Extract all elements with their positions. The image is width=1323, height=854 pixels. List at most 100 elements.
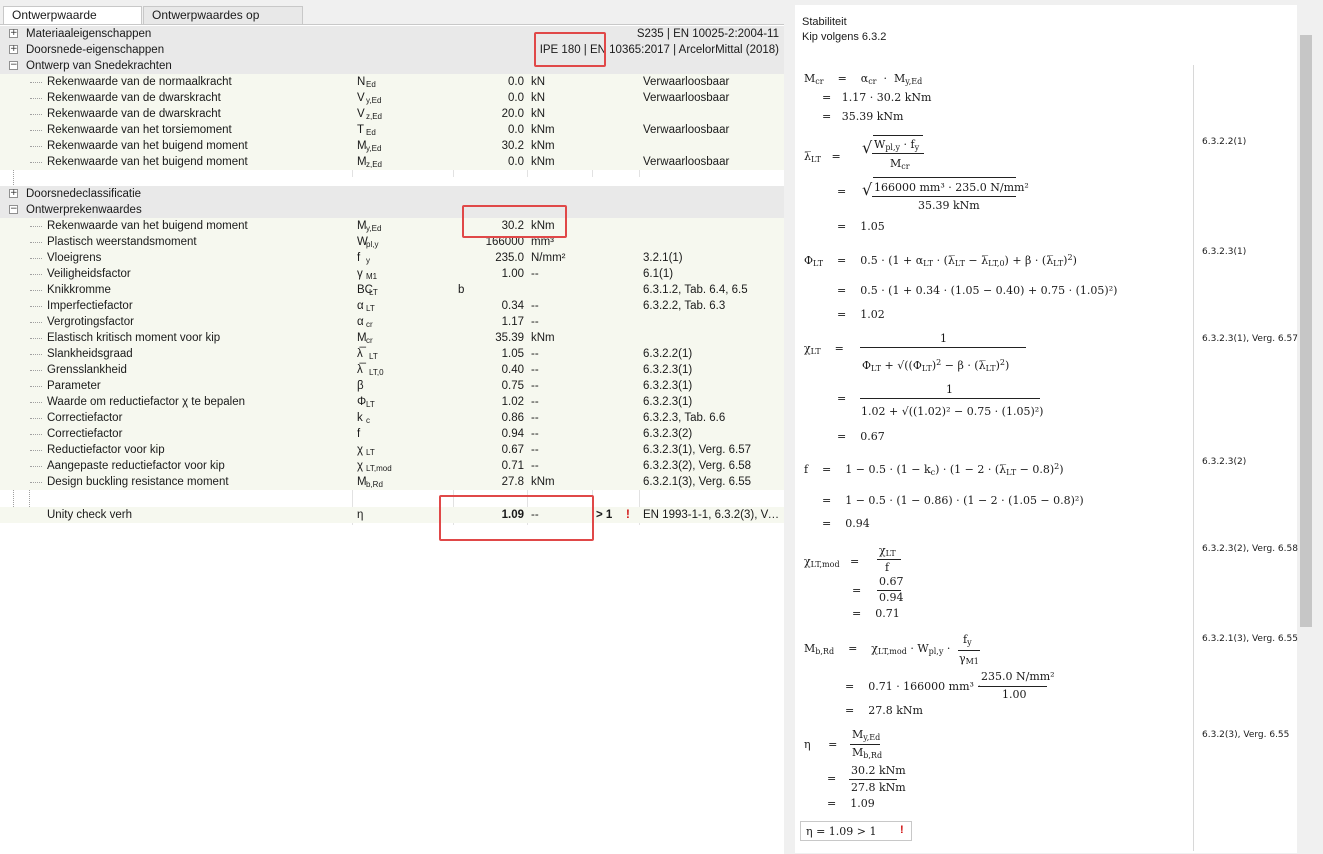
row-label: Veiligheidsfactor (47, 268, 131, 280)
row-label: Design buckling resistance moment (47, 476, 229, 488)
table-row[interactable]: Waarde om reductiefactor χ te bepalen Φ LT… (0, 394, 784, 410)
row-label: Rekenwaarde van de dwarskracht (47, 108, 221, 120)
row-symbol: λ̅ (357, 348, 363, 360)
row-reference: 6.3.2.3(1) (643, 396, 693, 408)
chi-lhs: χLT = (804, 342, 844, 356)
row-unit: kNm (531, 124, 555, 136)
f-equation: f = 1 − 0.5 · (1 − kc) · (1 − 2 · (λ̅LT … (804, 462, 1064, 477)
table-row[interactable]: Design buckling resistance moment Mb,Rd 27… (0, 474, 784, 490)
row-label: Rekenwaarde van het buigend moment (47, 220, 248, 232)
table-row[interactable]: Aangepaste reductiefactor voor kip χ LT,mo… (0, 458, 784, 474)
table-row[interactable]: Rekenwaarde van de dwarskracht Vz,Ed 20.0 k… (0, 106, 784, 122)
table-row[interactable]: Grensslankheid λ̅ LT,0 0.40 -- 6.3.2.3(1) (0, 362, 784, 378)
row-unit: N/mm² (531, 252, 566, 264)
table-row[interactable]: Rekenwaarde van de normaalkracht N Ed 0.0 kN… (0, 74, 784, 90)
expand-icon[interactable]: + (9, 29, 18, 38)
table-row[interactable]: Imperfectiefactor α LT 0.34 -- 6.3.2.2, Tab. … (0, 298, 784, 314)
row-symbol: λ̅ (357, 364, 363, 376)
row-symbol-subscript: z,Ed (366, 160, 383, 169)
row-label: Waarde om reductiefactor χ te bepalen (47, 396, 246, 408)
tab-design-on-location[interactable]: Ontwerpwaardes op Locatie (143, 6, 303, 39)
scrollbar-thumb[interactable] (1300, 35, 1312, 627)
expand-icon[interactable]: + (9, 189, 18, 198)
highlight-section (534, 32, 606, 67)
section-material[interactable]: + Materiaaleigenschappen S235 | EN 10025… (0, 26, 784, 42)
table-row[interactable]: Knikkromme BC LT b 6.3.1.2, Tab. 6.4, 6.5 (0, 282, 784, 298)
row-unit: -- (531, 396, 539, 408)
row-value: 0.0 (508, 76, 524, 88)
table-row[interactable]: Rekenwaarde van het buigend moment My,Ed 3… (0, 218, 784, 234)
row-label: Reductiefactor voor kip (47, 444, 165, 456)
section-internal-forces[interactable]: − Ontwerp van Snedekrachten (0, 58, 784, 74)
row-unit: -- (531, 316, 539, 328)
table-row[interactable]: Vloeigrens f y 235.0 N/mm² 3.2.1(1) (0, 250, 784, 266)
row-reference: 6.3.2.2(1) (643, 348, 693, 360)
row-unit: -- (531, 428, 539, 440)
row-unit: -- (531, 444, 539, 456)
row-label: Knikkromme (47, 284, 111, 296)
row-unit: -- (531, 300, 539, 312)
table-row[interactable]: Slankheidsgraad λ̅ LT 1.05 -- 6.3.2.2(1) (0, 346, 784, 362)
unity-check-row[interactable]: Unity check verh η 1.09 -- > 1 ! EN 1993… (0, 507, 784, 523)
table-row[interactable]: Elastisch kritisch moment voor kip Mcr 35.… (0, 330, 784, 346)
mcr-equation: Mcr = αcr · My,Ed (804, 72, 923, 86)
row-value: 1.00 (501, 268, 524, 280)
row-reference: 6.3.2.2, Tab. 6.3 (643, 300, 726, 312)
mbrd-equation: Mb,Rd = χLT,mod · Wpl,y · (804, 642, 951, 656)
table-row[interactable]: Correctiefactor f 0.94 -- 6.3.2.3(2) (0, 426, 784, 442)
final-result-box: η = 1.09 > 1 ! (800, 821, 912, 841)
table-row[interactable]: Parameter β 0.75 -- 6.3.2.3(1) (0, 378, 784, 394)
row-unit: -- (531, 380, 539, 392)
table-row[interactable]: Rekenwaarde van het torsiemoment T Ed 0.0 kN… (0, 122, 784, 138)
row-label: Elastisch kritisch moment voor kip (47, 332, 221, 344)
collapse-icon[interactable]: − (9, 205, 18, 214)
row-label: Rekenwaarde van het torsiemoment (47, 124, 232, 136)
row-label: Vloeigrens (47, 252, 102, 264)
table-row[interactable]: Reductiefactor voor kip χ LT 0.67 -- 6.3.2.3(… (0, 442, 784, 458)
row-symbol: V (357, 92, 365, 104)
row-reference: 6.3.2.3, Tab. 6.6 (643, 412, 726, 424)
table-row[interactable]: Correctiefactor k c 0.86 -- 6.3.2.3, Tab. 6.6 (0, 410, 784, 426)
section-cross-section[interactable]: + Doorsnede-eigenschappen IPE 180 | EN 1… (0, 42, 784, 58)
row-reference: 6.3.1.2, Tab. 6.4, 6.5 (643, 284, 748, 296)
row-unit: -- (531, 268, 539, 280)
collapse-icon[interactable]: − (9, 61, 18, 70)
table-row[interactable]: Rekenwaarde van het buigend moment My,Ed 3… (0, 138, 784, 154)
row-value: 20.0 (501, 108, 524, 120)
row-symbol: β (357, 380, 364, 392)
row-label: Grensslankheid (47, 364, 127, 376)
section-classification[interactable]: + Doorsnedeclassificatie (0, 186, 784, 202)
row-label: Correctiefactor (47, 412, 123, 424)
section-design-values[interactable]: − Ontwerprekenwaardes (0, 202, 784, 218)
row-reference: 6.1(1) (643, 268, 674, 280)
calculation-detail-panel (795, 5, 1297, 853)
highlight-moment (462, 205, 567, 238)
row-unit: -- (531, 460, 539, 472)
row-reference: 6.3.2.3(1) (643, 364, 693, 376)
row-reference: Verwaarloosbaar (643, 156, 730, 168)
table-row[interactable]: Rekenwaarde van het buigend moment Mz,Ed 0… (0, 154, 784, 170)
row-symbol: V (357, 108, 365, 120)
row-label: Rekenwaarde van de normaalkracht (47, 76, 232, 88)
table-row[interactable]: Rekenwaarde van de dwarskracht Vy,Ed 0.0 kN… (0, 90, 784, 106)
row-reference: 6.3.2.3(1) (643, 380, 693, 392)
row-value: 0.86 (501, 412, 524, 424)
table-row[interactable]: Plastisch weerstandsmoment Wpl,y 166000 mm³ (0, 234, 784, 250)
mcr-step: = 1.17 · 30.2 kNm (822, 91, 932, 104)
panel-title: Stabiliteit (802, 16, 847, 28)
row-reference: Verwaarloosbaar (643, 92, 730, 104)
row-value: 35.39 (495, 332, 524, 344)
row-value: 235.0 (495, 252, 524, 264)
row-symbol: χ (357, 444, 364, 456)
chimod-lhs: χLT,mod = (804, 555, 860, 569)
row-reference: Verwaarloosbaar (643, 76, 730, 88)
tab-design-details[interactable]: Ontwerpwaarde Details (3, 6, 142, 39)
row-label: Imperfectiefactor (47, 300, 133, 312)
row-symbol: N (357, 76, 366, 88)
expand-icon[interactable]: + (9, 45, 18, 54)
row-unit: kNm (531, 476, 555, 488)
row-label: Slankheidsgraad (47, 348, 133, 360)
table-row[interactable]: Veiligheidsfactor γ M1 1.00 -- 6.1(1) (0, 266, 784, 282)
table-row[interactable]: Vergrotingsfactor α cr 1.17 -- (0, 314, 784, 330)
row-reference: 6.3.2.3(2), Verg. 6.58 (643, 460, 752, 472)
